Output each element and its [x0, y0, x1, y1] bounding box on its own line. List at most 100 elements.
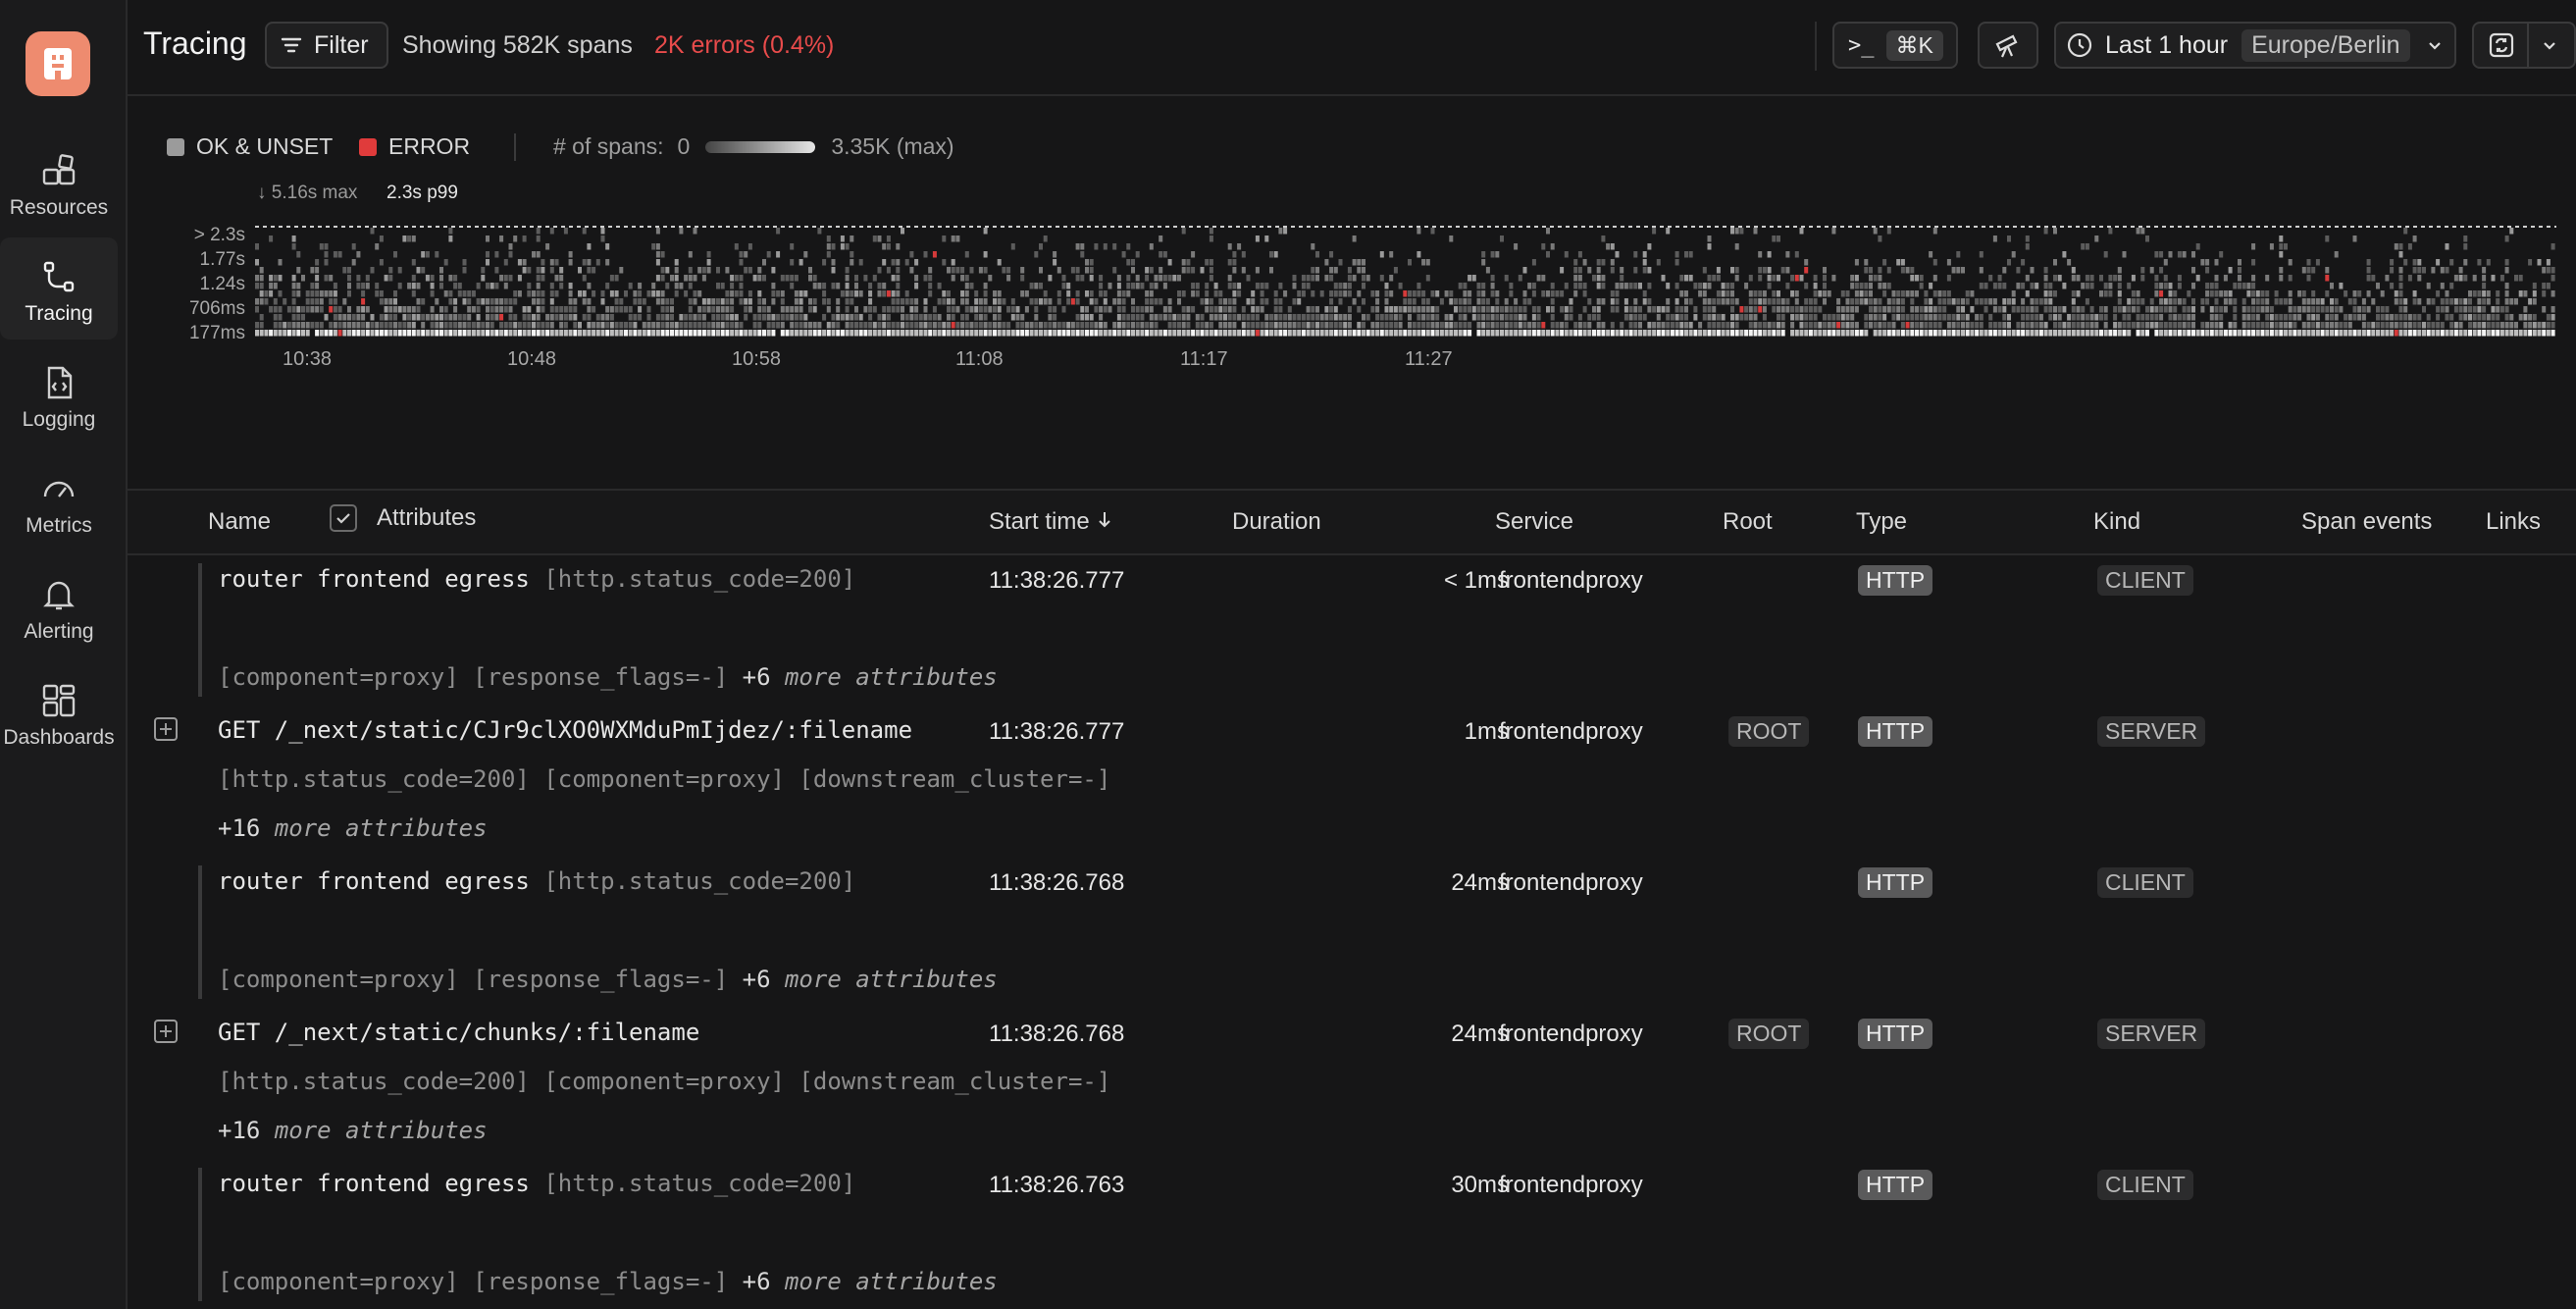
heatmap-cell [697, 306, 702, 313]
service-name[interactable]: frontendproxy [1499, 869, 1643, 897]
service-name[interactable]: frontendproxy [1499, 1021, 1643, 1048]
heatmap-cell [1121, 306, 1126, 313]
error-count[interactable]: 2K errors (0.4%) [654, 31, 834, 60]
nav-logging[interactable]: Logging [0, 343, 118, 445]
span-name[interactable]: GET /_next/static/CJr9clXO0WXMduPmIjdez/… [218, 716, 912, 744]
more-attributes-link[interactable]: +16 more attributes [218, 814, 488, 842]
heatmap-cell [858, 314, 863, 321]
heatmap-cell [1550, 283, 1555, 289]
heatmap-cell [1850, 322, 1855, 329]
heatmap-cell [1089, 314, 1094, 321]
heatmap-cell [1029, 298, 1034, 305]
heatmap-cell [549, 298, 554, 305]
heatmap-cell [1794, 298, 1799, 305]
service-name[interactable]: frontendproxy [1499, 567, 1643, 595]
heatmap-cell [2233, 306, 2238, 313]
heatmap-cell [1205, 283, 1210, 289]
more-attributes-link[interactable]: +6 more attributes [743, 663, 998, 691]
heatmap-cell [1468, 275, 1472, 282]
span-name[interactable]: router frontend egress [218, 867, 530, 895]
filter-button[interactable]: Filter [265, 22, 388, 69]
heatmap-cell [2371, 322, 2376, 329]
time-range-picker[interactable]: Last 1 hour Europe/Berlin [2054, 22, 2456, 69]
heatmap-cell [642, 322, 646, 329]
heatmap-cell [1241, 322, 1246, 329]
column-attributes-label[interactable]: Attributes [377, 504, 476, 532]
table-row[interactable]: GET /_next/static/CJr9clXO0WXMduPmIjdez/… [128, 705, 2576, 856]
heatmap-cell [2472, 314, 2477, 321]
more-attributes-link[interactable]: +6 more attributes [743, 1268, 998, 1295]
nav-metrics[interactable]: Metrics [0, 449, 118, 551]
table-row[interactable]: router frontend egress [http.status_code… [128, 856, 2576, 1007]
span-name[interactable]: GET /_next/static/chunks/:filename [218, 1019, 699, 1046]
heatmap-plot[interactable]: > 2.3s1.77s1.24s706ms177ms 10:38 10:48 10:… [128, 96, 2576, 489]
heatmap-cell [1476, 330, 1481, 337]
column-span-events[interactable]: Span events [2301, 508, 2432, 536]
service-name[interactable]: frontendproxy [1499, 1172, 1643, 1199]
heatmap-cell [660, 314, 665, 321]
heatmap-cell [1896, 306, 1901, 313]
explore-button[interactable] [1978, 22, 2038, 69]
building-logo-icon [44, 48, 72, 79]
heatmap-cell [416, 267, 421, 274]
heatmap-cell [2122, 306, 2127, 313]
service-name[interactable]: frontendproxy [1499, 718, 1643, 746]
column-root[interactable]: Root [1723, 508, 1773, 536]
span-name[interactable]: router frontend egress [218, 565, 530, 593]
heatmap-cell [951, 236, 955, 242]
nav-dashboards[interactable]: Dashboards [0, 661, 118, 763]
column-start-time[interactable]: Start time [989, 508, 1113, 536]
table-row[interactable]: router frontend egress [http.status_code… [128, 553, 2576, 705]
column-name[interactable]: Name [208, 508, 271, 536]
nav-tracing[interactable]: Tracing [0, 237, 118, 340]
heatmap-cell [2325, 290, 2330, 297]
column-duration[interactable]: Duration [1232, 508, 1321, 536]
heatmap-cell [1255, 236, 1260, 242]
heatmap-cell [2352, 306, 2357, 313]
heatmap-cell [2426, 283, 2431, 289]
heatmap-cell [1181, 228, 1186, 235]
heatmap-cell [1126, 283, 1131, 289]
heatmap-cell [1790, 330, 1795, 337]
heatmap-cell [1878, 322, 1882, 329]
more-attributes-link[interactable]: +6 more attributes [743, 966, 998, 993]
more-attributes-link[interactable]: +16 more attributes [218, 1117, 488, 1144]
heatmap-cell [2496, 330, 2500, 337]
table-row[interactable]: GET /_next/static/chunks/:filename [http… [128, 1007, 2576, 1158]
heatmap-cell [2311, 330, 2316, 337]
column-kind[interactable]: Kind [2093, 508, 2140, 536]
column-type[interactable]: Type [1856, 508, 1907, 536]
heatmap-cell [937, 283, 942, 289]
column-service[interactable]: Service [1495, 508, 1573, 536]
heatmap-cell [1181, 330, 1186, 337]
heatmap-cell [2043, 330, 2048, 337]
expand-button[interactable] [153, 1019, 179, 1049]
span-name[interactable]: router frontend egress [218, 1170, 530, 1197]
table-row[interactable]: router frontend egress [http.status_code… [128, 1158, 2576, 1309]
refresh-button[interactable] [2472, 22, 2576, 69]
attributes-checkbox[interactable] [330, 504, 357, 532]
heatmap-cell [600, 236, 605, 242]
heatmap-cell [2320, 306, 2325, 313]
heatmap-cell [1278, 298, 1283, 305]
heatmap-cell [411, 330, 416, 337]
heatmap-cell [1794, 306, 1799, 313]
nav-resources[interactable]: Resources [0, 131, 118, 234]
heatmap-cell [1919, 322, 1924, 329]
heatmap-cell [356, 306, 361, 313]
heatmap-cell [1347, 306, 1352, 313]
heatmap-cell [1518, 275, 1522, 282]
command-palette-button[interactable]: >_ ⌘K [1832, 22, 1958, 69]
heatmap-cell [361, 322, 366, 329]
expand-button[interactable] [153, 716, 179, 747]
start-time: 11:38:26.777 [989, 567, 1125, 594]
heatmap-cell [1836, 314, 1841, 321]
nav-alerting[interactable]: Alerting [0, 555, 118, 657]
heatmap-cell [259, 330, 264, 337]
heatmap-cell [1924, 298, 1929, 305]
app-logo[interactable] [26, 31, 90, 96]
refresh-options-chevron-icon[interactable] [2541, 36, 2558, 54]
column-links[interactable]: Links [2486, 508, 2541, 536]
heatmap-cell [1780, 298, 1785, 305]
heatmap-cell [1854, 275, 1859, 282]
